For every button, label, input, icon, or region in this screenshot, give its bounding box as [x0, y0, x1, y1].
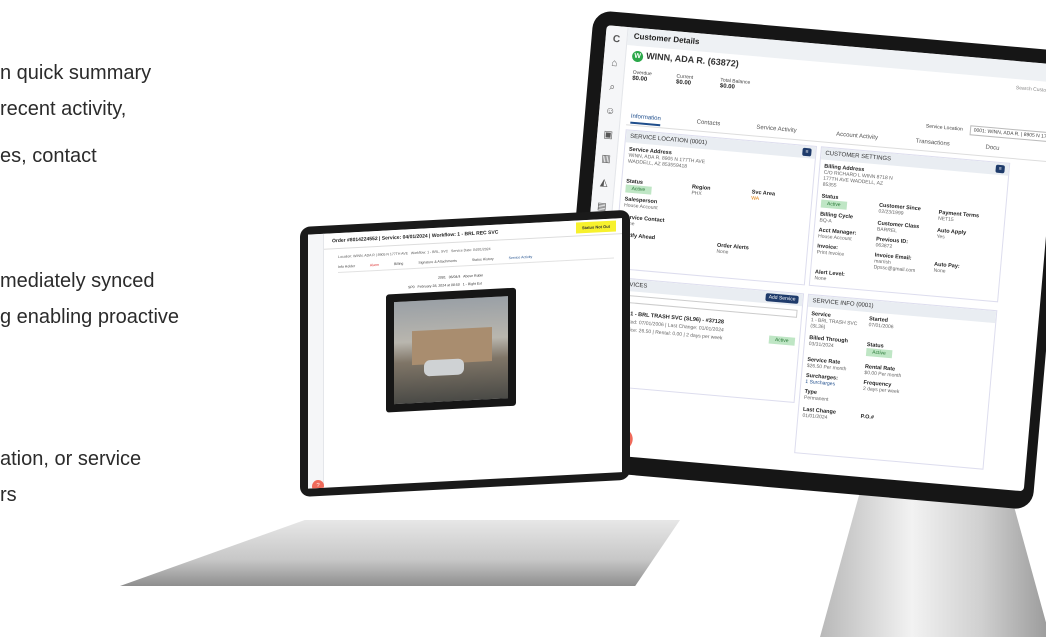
laptop: Order #8014224552 | Service: 04/01/2024 …: [300, 209, 630, 517]
tab-transactions[interactable]: Transactions: [915, 139, 950, 148]
service-rate-field: Service Rate $26.50 Per month: [806, 356, 847, 373]
customer-settings-panel: CUSTOMER SETTINGS ≡ Billing Address C/O RI…: [808, 146, 1011, 303]
tab-documents[interactable]: Docu: [985, 145, 999, 152]
po-field: P.O.#: [860, 413, 875, 421]
users-icon[interactable]: ☺: [598, 99, 622, 125]
tab-alarm[interactable]: Alarm: [370, 263, 379, 267]
status-badge: Active: [625, 184, 652, 195]
chart-icon[interactable]: ◭: [592, 171, 616, 197]
search-customer-input[interactable]: Search Customer: [1016, 85, 1046, 94]
frequency-field: Frequency 2 days per week: [862, 379, 900, 396]
status-badge: Active: [820, 199, 847, 210]
menu-button[interactable]: ≡: [995, 164, 1006, 174]
monitor-screen: C ⌂ ⌕ ☺ ▣ ▥ ◭ ▤ $ ▯ ⚙ Customer Details W…: [569, 25, 1046, 492]
app-sidebar: [308, 233, 324, 489]
svc-area-field: Svc Area WA: [750, 189, 776, 203]
status-badge: Active: [865, 348, 893, 359]
region-field: Region PHX: [691, 184, 711, 198]
photo-meta-row: 2081 06/04/4 Above Robin: [438, 273, 484, 280]
service-field: Service 1 - BRL TRASH SVC (SL36): [810, 311, 858, 331]
invoice-field: Invoice: Print Invoice: [816, 243, 845, 258]
copy-line: es, contact: [0, 145, 97, 167]
help-button[interactable]: ?: [312, 479, 324, 489]
status-badge: Active: [768, 335, 795, 346]
last-change-field: Last Change 01/01/2024: [802, 406, 837, 421]
tab-information[interactable]: Information: [630, 113, 662, 127]
tab-service-activity[interactable]: Service Activity: [756, 125, 797, 134]
payment-terms-field: Payment Terms NET15: [937, 209, 980, 224]
laptop-screen: Order #8014224552 | Service: 04/01/2024 …: [308, 218, 622, 489]
tab-billing[interactable]: Billing: [394, 262, 403, 266]
copy-line: ation, or service: [0, 448, 142, 470]
billing-cycle-field: Billing Cycle BQ-A: [819, 211, 854, 225]
photo-meta-row: SP0 February 28, 2024 at 08:50 1 - Right…: [408, 281, 482, 290]
copy-line: rs: [0, 484, 17, 506]
surcharges-field: Surcharges: 1 Surcharges: [805, 372, 839, 388]
status-field: Status Active: [820, 194, 848, 210]
laptop-bezel: Order #8014224552 | Service: 04/01/2024 …: [300, 209, 630, 497]
copy-line: recent activity,: [0, 98, 127, 120]
tab-service-activity[interactable]: Service Activity: [509, 255, 533, 260]
tab-signature[interactable]: Signature & Attachments: [418, 259, 457, 265]
service-location-panel: SERVICE LOCATION (0001) ≡ Service Address…: [613, 129, 817, 286]
menu-button[interactable]: ≡: [802, 147, 812, 157]
auto-apply-field: Auto Apply Yes: [936, 227, 967, 241]
type-field: Type Permanent: [803, 388, 829, 403]
avatar: W: [631, 50, 644, 63]
order-header: Order #8014224552 | Service: 04/01/2024 …: [324, 218, 622, 250]
customer-class-field: Customer Class BARREL: [876, 220, 920, 235]
services-panel: SERVICES Add Service 0001: 1 - BRL TRASH …: [603, 276, 805, 403]
search-icon[interactable]: ⌕: [600, 75, 624, 101]
invoice-email-field: Invoice Email: marrish Dpssc@gmail.com: [873, 252, 916, 274]
acct-manager-field: Acct Manager: House Account: [817, 227, 857, 243]
copy-line: mediately synced: [0, 270, 155, 292]
order-title: Order #8014224552 | Service: 04/01/2024 …: [332, 229, 499, 245]
order-status-badge: Status Not Out: [575, 220, 616, 234]
auto-pay-field: Auto Pay: None: [933, 261, 960, 275]
started-field: Started 07/01/2006: [868, 316, 894, 331]
app-logo-icon: C: [612, 33, 621, 46]
service-photo[interactable]: [386, 287, 516, 413]
copy-line: n quick summary: [0, 62, 152, 84]
car-image: [424, 358, 464, 377]
add-service-button[interactable]: Add Service: [765, 293, 799, 304]
balance-total: Total Balance $0.00: [719, 77, 751, 91]
balance-current: Current $0.00: [675, 73, 694, 87]
map-icon[interactable]: ▥: [594, 147, 618, 173]
tab-status-history[interactable]: Status History: [472, 257, 494, 262]
balance-overdue: Overdue $0.00: [631, 69, 653, 83]
status-field: Status Active: [865, 342, 893, 359]
copy-line: g enabling proactive: [0, 306, 180, 328]
alert-level-field: Alert Level: None: [814, 269, 846, 283]
billing-address: Billing Address C/O RICHARD L WINN 8718 N…: [822, 163, 893, 189]
status-field: Status Active: [625, 178, 652, 195]
rental-rate-field: Rental Rate $0.00 Per month: [864, 363, 902, 380]
customer-since-field: Customer Since 02/23/1999: [878, 202, 922, 217]
tab-account-activity[interactable]: Account Activity: [836, 132, 878, 142]
service-info-panel: SERVICE INFO (0001) Service 1 - BRL TRASH…: [794, 293, 998, 470]
tab-contacts[interactable]: Contacts: [696, 119, 720, 127]
tab-info-holder[interactable]: Info Holder: [338, 264, 355, 269]
previous-id-field: Previous ID: 063872: [875, 236, 909, 250]
truck-icon[interactable]: ▣: [596, 123, 620, 149]
order-alerts-field: Order Alerts None: [716, 242, 749, 256]
billed-through-field: Billed Through 03/31/2024: [808, 335, 849, 350]
service-address: Service Address WINN, ADA R. 8905 N 177TH…: [627, 146, 706, 170]
home-icon[interactable]: ⌂: [602, 51, 626, 77]
